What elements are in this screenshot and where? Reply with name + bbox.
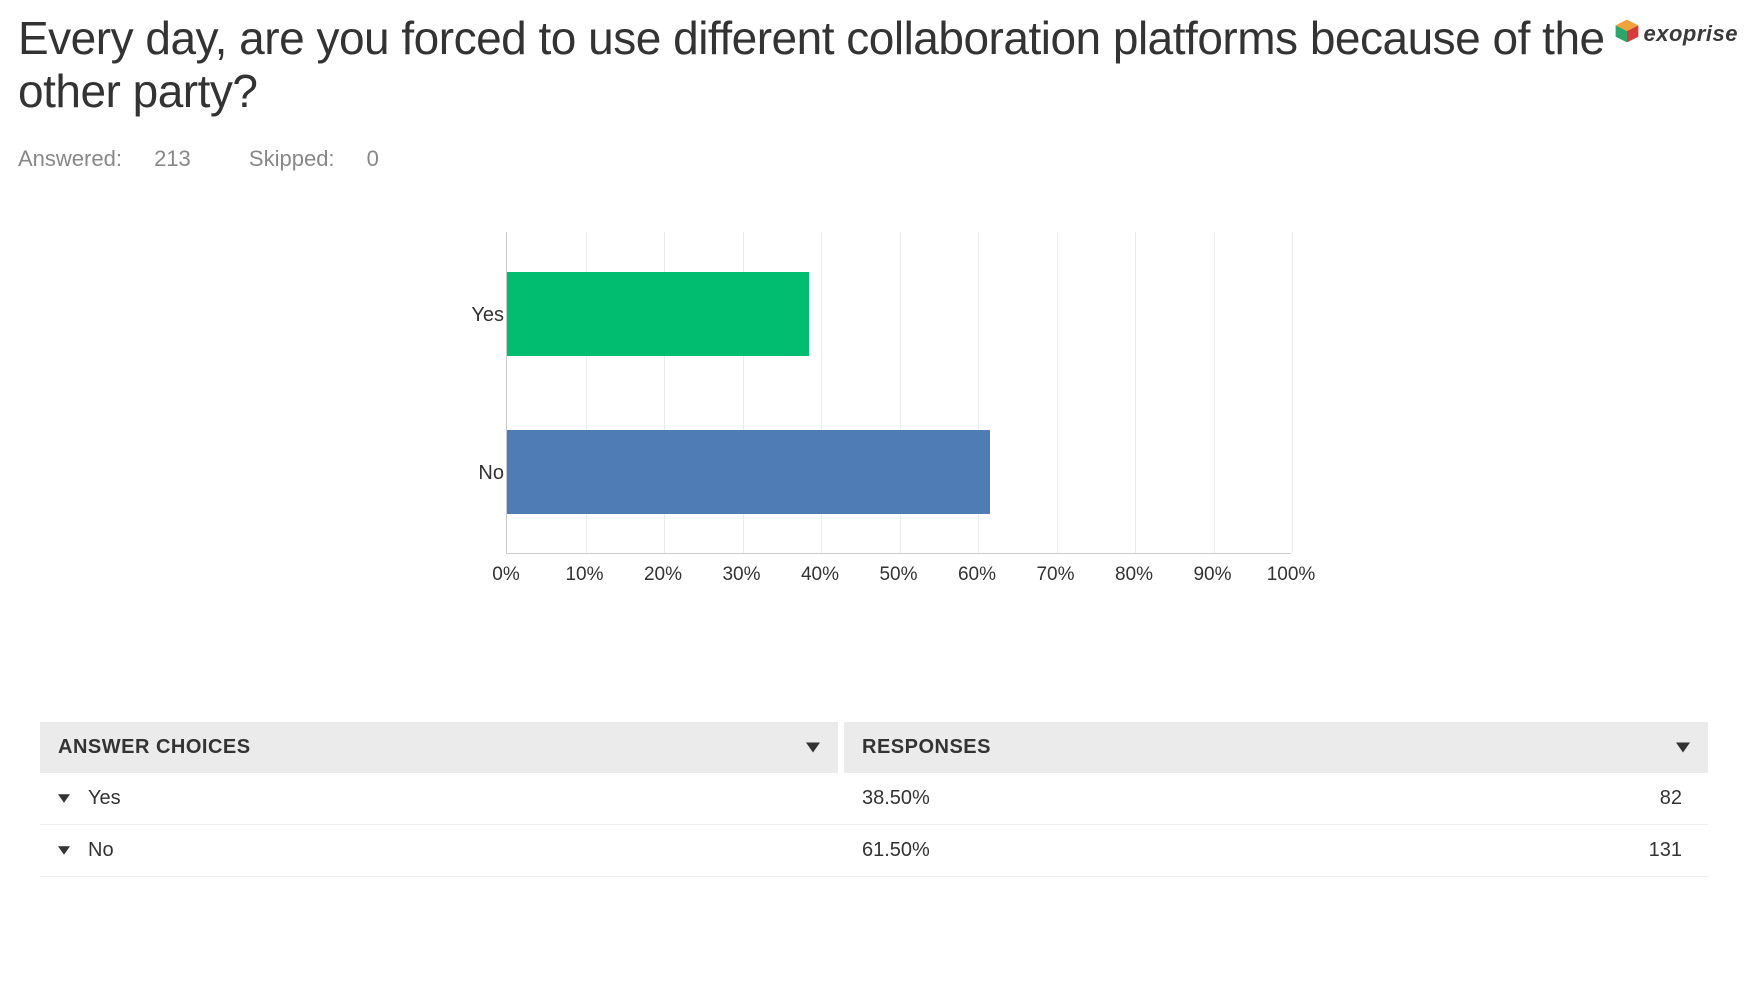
chart-bar-no <box>507 430 990 514</box>
chart-xaxis-tick: 60% <box>958 564 996 586</box>
chart-xaxis-tick: 30% <box>722 564 760 586</box>
skipped-count: 0 <box>367 146 379 171</box>
chart-ylabel-no: No <box>434 462 504 485</box>
table-header-responses-label: RESPONSES <box>862 736 991 758</box>
chart-xaxis-tick: 50% <box>879 564 917 586</box>
response-meta: Answered: 213 Skipped: 0 <box>18 146 1748 172</box>
brand-logo: exoprise <box>1614 18 1739 49</box>
chart-xaxis-tick: 80% <box>1115 564 1153 586</box>
question-title: Every day, are you forced to use differe… <box>18 12 1618 118</box>
table-header-answer-label: ANSWER CHOICES <box>58 736 251 758</box>
answer-label: No <box>88 839 114 862</box>
brand-logo-text: exoprise <box>1644 21 1739 47</box>
answered-count: 213 <box>154 146 191 171</box>
chart-xaxis-tick: 100% <box>1267 564 1316 586</box>
chart-plot-area <box>506 232 1291 554</box>
caret-down-icon[interactable] <box>58 846 70 855</box>
results-table-body: Yes 38.50% 82 No 61.50% 131 <box>40 773 1708 877</box>
answered-label: Answered: <box>18 146 122 171</box>
answer-percent: 61.50% <box>844 825 1339 877</box>
chart-xaxis-tick: 20% <box>644 564 682 586</box>
chart-gridline <box>1214 232 1215 553</box>
chart-xaxis-tick: 10% <box>565 564 603 586</box>
page-root: exoprise Every day, are you forced to us… <box>0 12 1748 877</box>
table-header-responses[interactable]: RESPONSES <box>844 722 1708 773</box>
chart-bar-yes <box>507 272 809 356</box>
answer-label: Yes <box>88 787 121 810</box>
answer-count: 131 <box>1339 825 1708 877</box>
chart-xaxis-tick: 0% <box>492 564 519 586</box>
results-table: ANSWER CHOICES RESPONSES <box>40 722 1708 877</box>
skipped-label: Skipped: <box>249 146 335 171</box>
chart-xaxis-tick: 70% <box>1036 564 1074 586</box>
table-header-answer[interactable]: ANSWER CHOICES <box>40 722 844 773</box>
chart-gridline <box>1135 232 1136 553</box>
chart-gridline <box>1292 232 1293 553</box>
chart-xaxis-tick: 90% <box>1193 564 1231 586</box>
caret-down-icon <box>1676 736 1690 759</box>
caret-down-icon <box>806 736 820 759</box>
bar-chart: Yes No 0% 10% 20% 30% 40% 50% 60% 70% 80% 90% 100% <box>424 232 1324 602</box>
cube-icon <box>1614 18 1640 49</box>
chart-xaxis-labels: 0%10%20%30%40%50%60%70%80%90%100% <box>506 564 1291 594</box>
chart-ylabel-yes: Yes <box>434 304 504 327</box>
table-row: No 61.50% 131 <box>40 825 1708 877</box>
table-row: Yes 38.50% 82 <box>40 773 1708 825</box>
chart-xaxis-tick: 40% <box>801 564 839 586</box>
chart-gridline <box>1057 232 1058 553</box>
answer-count: 82 <box>1339 773 1708 825</box>
caret-down-icon[interactable] <box>58 794 70 803</box>
answer-percent: 38.50% <box>844 773 1339 825</box>
